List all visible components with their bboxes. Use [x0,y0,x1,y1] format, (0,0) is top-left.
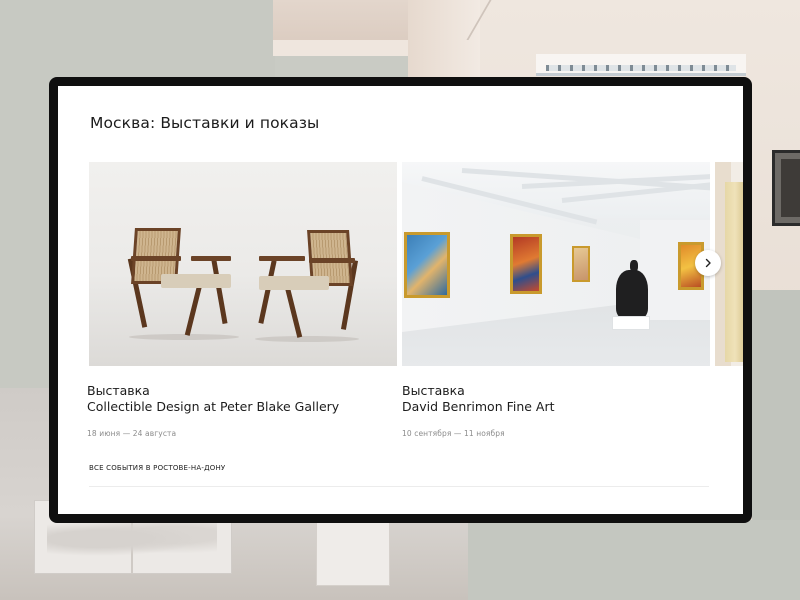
sculpture-image [616,260,648,318]
chevron-right-icon [705,258,711,268]
all-events-link[interactable]: ВСЕ СОБЫТИЯ В РОСТОВЕ-НА-ДОНУ [89,464,225,472]
chair-illustration [257,230,359,340]
event-card-dates: 18 июня — 24 августа [87,429,177,438]
event-card-type: Выставка [87,383,150,398]
event-card-image[interactable] [89,162,397,366]
event-card-type: Выставка [402,383,465,398]
painting-image [404,232,450,298]
page-screen: Москва: Выставки и показы Выставка Colle… [58,86,743,514]
page-title: Москва: Выставки и показы [90,114,320,132]
device-frame: Москва: Выставки и показы Выставка Colle… [49,77,752,523]
background-wall-photo [273,0,413,56]
event-card[interactable]: Выставка David Benrimon Fine Art 10 сент… [402,162,710,438]
painting-image [572,246,590,282]
chair-illustration [127,228,233,338]
divider [89,486,709,487]
carousel-next-button[interactable] [695,250,721,276]
event-card[interactable]: Выставка Collectible Design at Peter Bla… [87,162,397,438]
background-panel-bottom [468,520,800,600]
event-card-title[interactable]: Collectible Design at Peter Blake Galler… [87,399,397,415]
events-carousel: Выставка Collectible Design at Peter Bla… [87,162,743,462]
event-card-title[interactable]: David Benrimon Fine Art [402,399,710,415]
painting-image [510,234,542,294]
event-card-dates: 10 сентября — 11 ноября [402,429,505,438]
event-card-image[interactable] [402,162,710,366]
